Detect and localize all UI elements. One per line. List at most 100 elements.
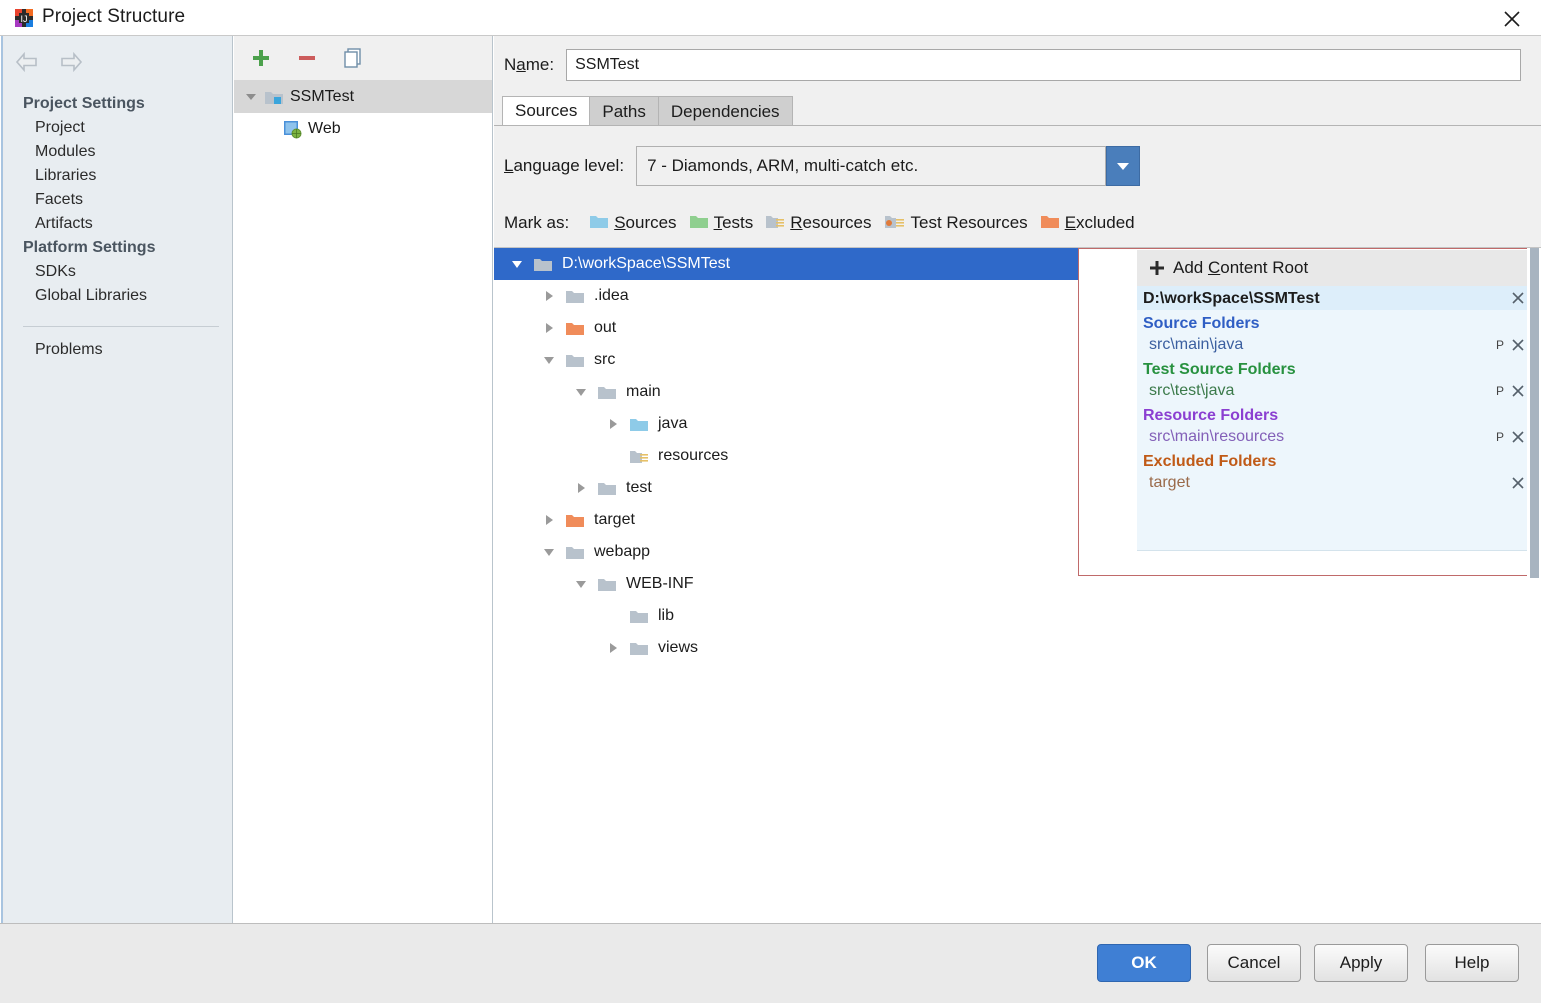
remove-module-button[interactable]	[292, 43, 322, 73]
excluded-folder-path: target	[1149, 474, 1190, 491]
chevron-down-icon[interactable]	[504, 257, 530, 271]
close-icon[interactable]	[1510, 337, 1526, 353]
close-icon[interactable]	[1510, 429, 1526, 445]
help-button[interactable]: Help	[1425, 944, 1519, 982]
close-icon[interactable]	[1495, 4, 1529, 34]
mark-as-tests-button[interactable]: Tests	[683, 210, 760, 237]
chevron-down-icon[interactable]	[568, 385, 594, 399]
chevron-down-icon[interactable]	[1106, 146, 1141, 186]
sidebar-item-problems[interactable]: Problems	[5, 338, 232, 362]
sidebar-item-modules[interactable]: Modules	[5, 140, 232, 164]
close-icon[interactable]	[1510, 290, 1526, 306]
language-level-label: Language level:	[504, 156, 625, 175]
add-module-button[interactable]	[246, 43, 276, 73]
sidebar-item-global-libraries[interactable]: Global Libraries	[5, 284, 232, 308]
folder-icon	[562, 287, 588, 305]
folder-tree-row[interactable]: main	[494, 376, 1119, 408]
resource-folder-item[interactable]: src\main\resources P	[1137, 426, 1532, 448]
name-label: Name:	[504, 55, 555, 74]
tab-dependencies[interactable]: Dependencies	[657, 96, 793, 126]
scrollbar-thumb[interactable]	[1530, 248, 1539, 578]
name-row: Name:	[494, 48, 1522, 82]
forward-arrow-icon[interactable]	[57, 48, 85, 76]
group-title-excluded-folders: Excluded Folders	[1143, 453, 1277, 470]
folder-icon	[562, 351, 588, 369]
tab-underline	[494, 125, 1541, 126]
language-level-select[interactable]: 7 - Diamonds, ARM, multi-catch etc.	[636, 146, 1107, 186]
tab-sources[interactable]: Sources	[502, 96, 591, 126]
tab-paths[interactable]: Paths	[589, 96, 659, 126]
apply-button[interactable]: Apply	[1314, 944, 1408, 982]
intellij-idea-icon: IJ	[14, 8, 34, 28]
ok-button[interactable]: OK	[1097, 944, 1191, 982]
modules-tree-label: SSMTest	[290, 88, 355, 105]
back-arrow-icon[interactable]	[13, 48, 41, 76]
folder-tree-label: lib	[658, 607, 675, 624]
modules-tree-row-web[interactable]: Web	[234, 113, 492, 145]
chevron-right-icon[interactable]	[600, 641, 626, 655]
modules-tree-row-ssmtest[interactable]: SSMTest	[234, 81, 492, 113]
vertical-scrollbar[interactable]	[1527, 248, 1541, 924]
source-folder-item[interactable]: src\main\java P	[1137, 334, 1532, 356]
svg-text:IJ: IJ	[20, 14, 27, 24]
title-bar: IJ Project Structure	[0, 0, 1541, 36]
plus-icon	[1149, 260, 1165, 276]
mark-as-resources-label: Resources	[790, 213, 872, 232]
mark-as-test-resources-button[interactable]: Test Resources	[878, 210, 1034, 237]
folder-tree-row[interactable]: out	[494, 312, 1119, 344]
chevron-right-icon[interactable]	[536, 289, 562, 303]
folder-tree-row[interactable]: webapp	[494, 536, 1119, 568]
sidebar-item-project[interactable]: Project	[5, 116, 232, 140]
folder-tree-row[interactable]: .idea	[494, 280, 1119, 312]
folder-tree-label: main	[626, 383, 661, 400]
folder-tree-label: .idea	[594, 287, 629, 304]
add-content-root-button[interactable]: Add Content Root	[1137, 250, 1532, 286]
folder-tree-label: resources	[658, 447, 729, 464]
content-roots-panel: Add Content Root D:\workSpace\SSMTest So…	[1078, 248, 1541, 924]
excluded-folder-item[interactable]: target	[1137, 472, 1532, 494]
chevron-down-icon[interactable]	[536, 353, 562, 367]
copy-module-button[interactable]	[338, 43, 368, 73]
folder-icon	[594, 383, 620, 401]
folder-tree-row[interactable]: lib	[494, 600, 1119, 632]
folder-tree-label: views	[658, 639, 699, 656]
mark-as-tests-label: Tests	[713, 213, 754, 232]
chevron-right-icon[interactable]	[568, 481, 594, 495]
folder-tree-label: out	[594, 319, 617, 336]
name-input[interactable]	[566, 49, 1522, 81]
folder-tree-row[interactable]: java	[494, 408, 1119, 440]
folder-icon	[530, 255, 556, 273]
close-icon[interactable]	[1510, 475, 1526, 491]
mark-as-excluded-button[interactable]: Excluded	[1034, 210, 1141, 237]
content-roots-area: D:\workSpace\SSMTest .idea out src main java r…	[494, 247, 1541, 924]
chevron-down-icon[interactable]	[240, 91, 262, 103]
sidebar-item-artifacts[interactable]: Artifacts	[5, 212, 232, 236]
folder-tree-row[interactable]: src	[494, 344, 1119, 376]
package-prefix-button[interactable]: P	[1496, 384, 1504, 398]
chevron-down-icon[interactable]	[568, 577, 594, 591]
sidebar-item-sdks[interactable]: SDKs	[5, 260, 232, 284]
sidebar-item-libraries[interactable]: Libraries	[5, 164, 232, 188]
excluded-folder-icon	[562, 319, 588, 337]
folder-tree-row[interactable]: views	[494, 632, 1119, 664]
mark-as-sources-button[interactable]: Sources	[583, 210, 682, 237]
folder-tree-row[interactable]: target	[494, 504, 1119, 536]
folder-tree-row[interactable]: D:\workSpace\SSMTest	[494, 248, 1120, 280]
test-source-folder-item[interactable]: src\test\java P	[1137, 380, 1532, 402]
folder-tree-row[interactable]: test	[494, 472, 1119, 504]
package-prefix-button[interactable]: P	[1496, 430, 1504, 444]
folder-tree-row[interactable]: WEB-INF	[494, 568, 1119, 600]
chevron-right-icon[interactable]	[600, 417, 626, 431]
close-icon[interactable]	[1510, 383, 1526, 399]
mark-as-excluded-label: Excluded	[1064, 213, 1135, 232]
page-title: Project Structure	[42, 6, 186, 27]
sidebar-item-facets[interactable]: Facets	[5, 188, 232, 212]
package-prefix-button[interactable]: P	[1496, 338, 1504, 352]
chevron-right-icon[interactable]	[536, 513, 562, 527]
folder-icon	[626, 639, 652, 657]
folder-tree-row[interactable]: resources	[494, 440, 1119, 472]
mark-as-resources-button[interactable]: Resources	[759, 210, 877, 237]
chevron-right-icon[interactable]	[536, 321, 562, 335]
chevron-down-icon[interactable]	[536, 545, 562, 559]
cancel-button[interactable]: Cancel	[1207, 944, 1301, 982]
